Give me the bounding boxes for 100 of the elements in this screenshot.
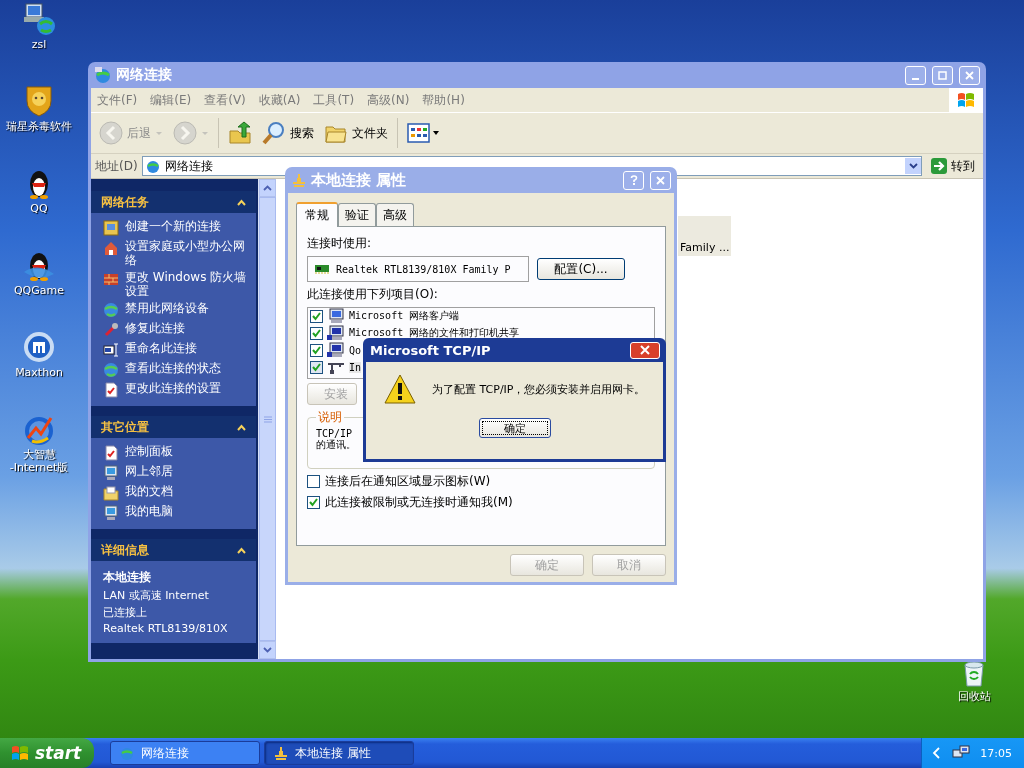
connection-item[interactable]: Family ... — [678, 216, 732, 256]
detail-text: LAN 或高速 Internet — [103, 588, 210, 603]
chevron-left-icon[interactable] — [932, 747, 943, 759]
desktop-shortcut[interactable]: 瑞星杀毒软件 — [0, 84, 78, 133]
scroll-down-icon[interactable] — [263, 647, 272, 653]
menu-item[interactable]: 查看(V) — [204, 91, 246, 109]
chevron-up-icon[interactable] — [237, 546, 246, 554]
menu-item[interactable]: 编辑(E) — [150, 91, 192, 109]
component-item[interactable]: Microsoft 网络的文件和打印机共享 — [349, 326, 520, 340]
desktop-shortcut[interactable]: QQ — [0, 166, 78, 215]
house-icon — [103, 240, 119, 256]
close-icon — [965, 70, 974, 80]
desktop-shortcut[interactable]: Maxthon — [0, 330, 78, 379]
checkbox[interactable] — [310, 326, 323, 340]
chevron-up-icon[interactable] — [237, 198, 246, 206]
task-link[interactable]: 禁用此网络设备 — [125, 301, 209, 315]
folders-button[interactable]: 文件夹 — [320, 120, 392, 146]
task-link[interactable]: 查看此连接的状态 — [125, 361, 221, 375]
network-plug-icon — [291, 172, 307, 188]
maximize-icon — [938, 70, 947, 80]
task-link[interactable]: 我的文档 — [125, 484, 173, 498]
checkbox[interactable] — [310, 343, 323, 357]
folder-up-arrow-icon — [228, 121, 252, 145]
network-plug-icon — [273, 745, 289, 761]
component-item[interactable]: Microsoft 网络客户端 — [349, 309, 460, 323]
network-computers-icon[interactable] — [952, 745, 971, 761]
wrench-icon — [103, 322, 119, 338]
network-computer-icon — [22, 2, 56, 36]
checkbox-label[interactable]: 此连接被限制或无连接时通知我(M) — [325, 494, 513, 511]
grip-icon — [263, 415, 272, 423]
task-link[interactable]: 更改此连接的设置 — [125, 381, 221, 395]
go-button[interactable]: 转到 — [926, 157, 979, 175]
section-header[interactable]: 网络任务 — [91, 191, 256, 213]
search-icon — [262, 121, 286, 145]
network-card-icon — [314, 263, 330, 275]
tab[interactable]: 验证 — [338, 203, 376, 226]
configure-button[interactable]: 配置(C)... — [537, 258, 625, 280]
checkbox-label[interactable]: 连接后在通知区域显示图标(W) — [325, 473, 491, 490]
start-button[interactable]: start — [0, 738, 94, 768]
tab[interactable]: 高级 — [376, 203, 414, 226]
tab[interactable]: 常规 — [296, 202, 338, 227]
address-label: 地址(D) — [95, 157, 138, 175]
taskbar-button[interactable]: 本地连接 属性 — [264, 741, 414, 765]
chevron-down-icon[interactable] — [908, 163, 918, 169]
detail-text: 已连接上 — [103, 605, 148, 620]
field-label: 连接时使用: — [307, 235, 373, 252]
component-item[interactable]: In — [349, 361, 362, 373]
task-link[interactable]: 设置家庭或小型办公网络 — [125, 239, 250, 267]
vertical-scrollbar[interactable] — [258, 179, 276, 659]
checkbox[interactable] — [307, 496, 320, 509]
task-link[interactable]: 控制面板 — [125, 444, 173, 458]
right-arrow-icon — [930, 157, 948, 175]
chevron-up-icon[interactable] — [237, 423, 246, 431]
round-logo-icon — [22, 330, 56, 364]
task-link[interactable]: 我的电脑 — [125, 504, 173, 518]
dropdown-arrow-icon — [201, 129, 209, 137]
description-text: TCP/IP — [316, 428, 353, 439]
task-link[interactable]: 修复此连接 — [125, 321, 185, 335]
document-icon — [103, 382, 119, 398]
search-button[interactable]: 搜索 — [258, 119, 318, 147]
checkbox[interactable] — [307, 475, 320, 488]
adapter-field: Realtek RTL8139/810X Family P — [307, 256, 529, 282]
menu-item[interactable]: 高级(N) — [367, 91, 410, 109]
checkbox[interactable] — [310, 360, 323, 374]
minimize-icon — [912, 77, 919, 80]
detail-title: 本地连接 — [103, 569, 152, 586]
close-icon — [640, 345, 650, 355]
taskbar-button[interactable]: 网络连接 — [110, 741, 260, 765]
rename-icon — [103, 342, 119, 358]
field-label: 此连接使用下列项目(O): — [307, 286, 439, 303]
task-link[interactable]: 网上邻居 — [125, 464, 173, 478]
task-link[interactable]: 重命名此连接 — [125, 341, 197, 355]
checkbox[interactable] — [310, 309, 323, 323]
menu-item[interactable]: 工具(T) — [313, 91, 355, 109]
section-header[interactable]: 其它位置 — [91, 416, 256, 438]
task-link[interactable]: 创建一个新的连接 — [125, 219, 221, 233]
section-header[interactable]: 详细信息 — [91, 539, 256, 561]
menu-item[interactable]: 文件(F) — [97, 91, 138, 109]
menu-item[interactable]: 帮助(H) — [422, 91, 465, 109]
monitor-icon — [103, 465, 119, 481]
task-link[interactable]: 更改 Windows 防火墙设置 — [125, 270, 250, 298]
menu-item[interactable]: 收藏(A) — [258, 91, 301, 109]
component-item[interactable]: Qo — [349, 344, 362, 356]
computer-icon — [327, 342, 345, 358]
clock: 17:05 — [980, 746, 1012, 760]
ok-button[interactable]: 确定 — [478, 418, 551, 438]
desktop-shortcut[interactable]: zsl — [0, 2, 78, 51]
close-button[interactable] — [630, 341, 660, 359]
dialog-title: Microsoft TCP/IP — [370, 342, 491, 358]
detail-text: Realtek RTL8139/810X — [103, 622, 229, 635]
folder-icon — [103, 485, 119, 501]
dropdown-arrow-icon — [155, 129, 163, 137]
views-grid-icon — [407, 122, 441, 144]
desktop-shortcut[interactable]: QQGame — [0, 248, 78, 297]
flag-logo-icon — [10, 744, 30, 762]
warning-icon — [384, 374, 416, 404]
scroll-up-icon[interactable] — [263, 185, 272, 191]
monitor-icon — [103, 505, 119, 521]
network-globe-icon — [119, 745, 135, 761]
desktop-shortcut[interactable]: 回收站 — [936, 658, 1012, 703]
